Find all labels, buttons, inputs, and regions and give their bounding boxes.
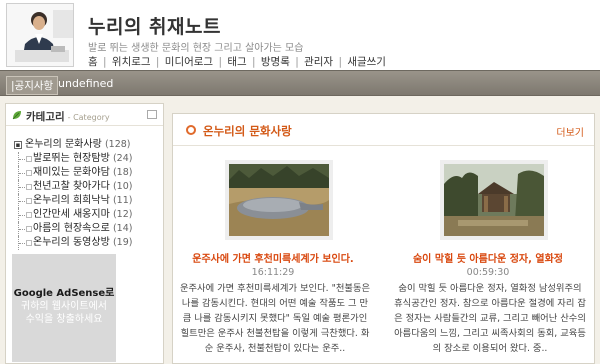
blog-subtitle: 발로 뛰는 생생한 문화의 현장 그리고 살아가는 모습 — [88, 43, 304, 54]
category-item-count: (24) — [112, 153, 133, 164]
post-time: 00:59:30 — [466, 267, 510, 278]
rss-icon[interactable] — [147, 110, 157, 119]
category-root-count: (128) — [104, 139, 131, 150]
circle-bullet-icon — [186, 125, 196, 135]
nav-separator: | — [295, 56, 299, 68]
folder-icon — [26, 240, 32, 246]
category-item-label: 발로뛰는 현장탐방 — [33, 153, 110, 164]
notice-text[interactable]: undefined — [58, 77, 113, 90]
category-item-count: (12) — [112, 209, 133, 220]
category-root-label: 온누리의 문화사랑 — [25, 139, 102, 150]
adsense-banner[interactable]: Google AdSense로 귀하의 웹사이트에서 수익을 창출하세요 — [12, 254, 116, 362]
sidebar-title-en: - Category — [67, 113, 110, 122]
category-item[interactable]: 아름의 현장속으로 (14) — [11, 222, 161, 236]
profile-photo-image — [7, 4, 73, 66]
category-tree: ▪ 온누리의 문화사랑 (128) 발로뛰는 현장탐방 (24) 재미있는 문화… — [11, 138, 161, 250]
folder-icon — [26, 212, 32, 218]
category-item-label: 인간만세 새옹지마 — [33, 209, 110, 220]
nav-separator: | — [155, 56, 160, 68]
notice-label: |공지사항 — [6, 76, 59, 95]
post-excerpt: 숨이 막힐 듯 아름다운 정자, 열화정 남성위주의 휴식공간인 정자. 참으로… — [394, 283, 586, 354]
category-item-count: (18) — [112, 167, 133, 178]
category-root[interactable]: ▪ 온누리의 문화사랑 (128) — [11, 138, 161, 152]
nav-write[interactable]: 새글쓰기 — [347, 56, 386, 68]
nav-separator: | — [103, 56, 107, 68]
category-item[interactable]: 온누리의 동영상방 (19) — [11, 236, 161, 250]
blog-header: 누리의 취재노트 발로 뛰는 생생한 문화의 현장 그리고 살아가는 모습 홈 … — [0, 0, 600, 70]
profile-photo[interactable] — [6, 3, 74, 67]
adsense-line: 수익을 창출하세요 — [25, 314, 103, 325]
main-title[interactable]: 온누리의 문화사랑 — [203, 123, 292, 139]
more-link[interactable]: 더보기 — [556, 124, 584, 139]
adsense-line: 귀하의 웹사이트에서 — [21, 301, 107, 312]
post-title[interactable]: 숨이 막힐 듯 아름다운 정자, 열화정 — [388, 250, 588, 265]
category-item-label: 아름의 현장속으로 — [33, 223, 110, 234]
post-excerpt: 운주사에 가면 후천미륵세계가 보인다. "천불동은 나를 감동시킨다. 현대의… — [179, 283, 371, 354]
post-thumbnail-image — [229, 164, 329, 236]
main-panel: 온누리의 문화사랑 더보기 운주사에 가면 후천미륵세계가 보인다. 16:11… — [172, 113, 595, 364]
nav-separator: | — [252, 56, 256, 68]
nav-tag[interactable]: 태그 — [227, 56, 246, 68]
category-item[interactable]: 천년고찰 찾아가다 (10) — [11, 180, 161, 194]
post-thumbnail[interactable] — [440, 160, 548, 240]
sidebar-title-text: 카테고리 — [26, 111, 65, 123]
collapse-icon[interactable]: ▪ — [14, 141, 22, 149]
folder-icon — [26, 170, 32, 176]
post-thumbnail[interactable] — [225, 160, 333, 240]
nav-guestbook[interactable]: 방명록 — [261, 56, 290, 68]
folder-icon — [26, 198, 32, 204]
category-item[interactable]: 발로뛰는 현장탐방 (24) — [11, 152, 161, 166]
folder-icon — [26, 226, 32, 232]
folder-icon — [26, 156, 32, 162]
category-sidebar: 카테고리 - Category ▪ 온누리의 문화사랑 (128) 발로뛰는 현장… — [5, 103, 164, 364]
sidebar-title: 카테고리 - Category — [26, 109, 110, 124]
nav-location-log[interactable]: 위치로그 — [112, 56, 151, 68]
nav-home[interactable]: 홈 — [88, 56, 98, 68]
nav-separator: | — [338, 56, 342, 68]
category-item[interactable]: 재미있는 문화야담 (18) — [11, 166, 161, 180]
category-item-label: 천년고찰 찾아가다 — [33, 181, 110, 192]
category-item-count: (10) — [112, 181, 133, 192]
leaf-icon — [12, 111, 21, 120]
adsense-title: Google AdSense로 — [13, 288, 115, 299]
blog-title[interactable]: 누리의 취재노트 — [88, 12, 221, 39]
sidebar-header: 카테고리 - Category — [6, 104, 163, 126]
main-header: 온누리의 문화사랑 더보기 — [173, 114, 594, 146]
folder-icon — [26, 184, 32, 190]
post-thumbnail-image — [444, 164, 544, 236]
category-item-label: 온누리의 동영상방 — [33, 237, 110, 248]
post-title[interactable]: 운주사에 가면 후천미륵세계가 보인다. — [173, 250, 373, 265]
notice-bar: |공지사항 undefined — [0, 70, 600, 96]
category-item-label: 재미있는 문화야담 — [33, 167, 110, 178]
nav-media-log[interactable]: 미디어로그 — [165, 56, 213, 68]
category-item[interactable]: 온누리의 희희낙낙 (11) — [11, 194, 161, 208]
category-item-count: (11) — [112, 195, 133, 206]
nav-admin[interactable]: 관리자 — [304, 56, 333, 68]
post-time: 16:11:29 — [251, 267, 295, 278]
category-item-count: (14) — [112, 223, 133, 234]
category-item-label: 온누리의 희희낙낙 — [33, 195, 110, 206]
category-item[interactable]: 인간만세 새옹지마 (12) — [11, 208, 161, 222]
nav-separator: | — [218, 56, 222, 68]
top-nav: 홈 | 위치로그 | 미디어로그 | 태그 | 방명록 | 관리자 | 새글쓰기 — [88, 54, 386, 69]
category-item-count: (19) — [112, 237, 133, 248]
